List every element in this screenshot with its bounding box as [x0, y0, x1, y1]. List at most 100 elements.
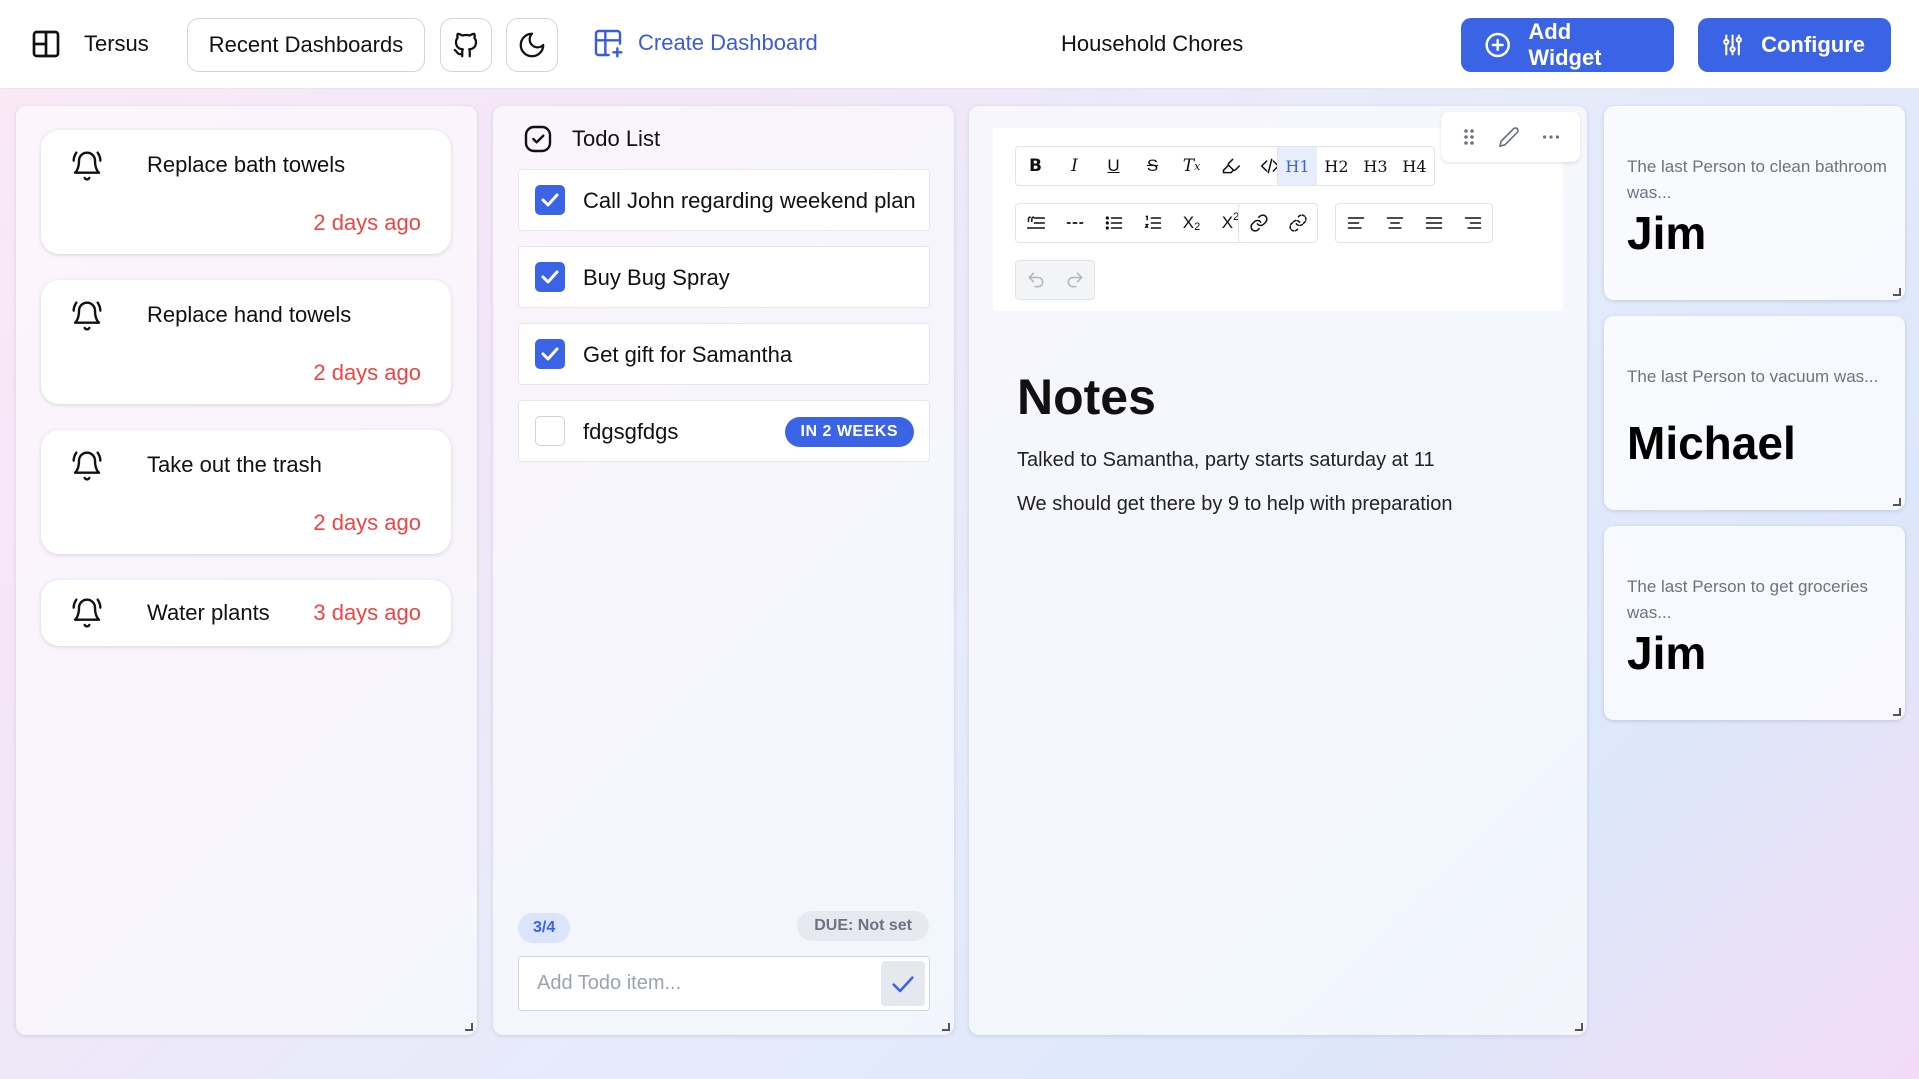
- stat-value: Jim: [1627, 207, 1707, 259]
- moon-icon: [519, 32, 545, 58]
- todo-text: Buy Bug Spray: [583, 265, 730, 290]
- reminder-card[interactable]: Take out the trash 2 days ago: [41, 430, 451, 554]
- underline-button[interactable]: U: [1094, 147, 1133, 185]
- github-button[interactable]: [440, 18, 492, 72]
- format-group: B I U S Tx: [1015, 146, 1290, 186]
- align-right-icon: [1464, 217, 1481, 229]
- configure-button[interactable]: Configure: [1698, 18, 1891, 72]
- bullet-list-button[interactable]: [1094, 204, 1133, 242]
- bell-ring-icon: [72, 151, 102, 181]
- resize-handle[interactable]: [1893, 288, 1901, 296]
- github-icon: [453, 32, 478, 58]
- heading-4-button[interactable]: H4: [1395, 147, 1434, 185]
- todo-checkbox[interactable]: [535, 339, 565, 369]
- notes-heading[interactable]: Notes: [1017, 368, 1156, 426]
- reminder-title: Water plants: [147, 600, 270, 625]
- undo-button[interactable]: [1016, 261, 1055, 299]
- undo-icon: [1028, 272, 1043, 288]
- todo-header: Todo List: [522, 123, 660, 155]
- todo-text: Get gift for Samantha: [583, 342, 793, 367]
- reminder-time: 3 days ago: [313, 600, 421, 625]
- create-dashboard-label: Create Dashboard: [638, 30, 818, 55]
- link-icon: [1249, 214, 1268, 232]
- highlight-button[interactable]: [1211, 147, 1250, 185]
- resize-handle[interactable]: [1893, 708, 1901, 716]
- resize-handle[interactable]: [942, 1023, 950, 1031]
- bold-button[interactable]: B: [1016, 147, 1055, 185]
- add-widget-button[interactable]: Add Widget: [1461, 18, 1674, 72]
- recent-dashboards-button[interactable]: Recent Dashboards: [187, 18, 425, 72]
- align-justify-button[interactable]: [1414, 204, 1453, 242]
- stat-label: The last Person to get groceries was...: [1627, 577, 1868, 622]
- due-date-badge[interactable]: DUE: Not set: [797, 911, 929, 941]
- align-left-icon: [1347, 217, 1364, 229]
- heading-3-button[interactable]: H3: [1356, 147, 1395, 185]
- reminder-card[interactable]: Replace bath towels 2 days ago: [41, 130, 451, 254]
- heading-1-button[interactable]: H1: [1278, 147, 1317, 185]
- todo-text: fdgsgfdgs: [583, 419, 679, 444]
- history-group: [1015, 260, 1095, 300]
- highlighter-icon: [1222, 158, 1240, 174]
- horizontal-rule-button[interactable]: [1055, 204, 1094, 242]
- todo-item[interactable]: fdgsgfdgs IN 2 WEEKS: [518, 400, 930, 462]
- reminder-title: Take out the trash: [147, 452, 322, 477]
- create-dashboard-link[interactable]: Create Dashboard: [592, 27, 818, 59]
- heading-2-button[interactable]: H2: [1317, 147, 1356, 185]
- link-button[interactable]: [1239, 204, 1278, 242]
- align-right-button[interactable]: [1453, 204, 1492, 242]
- stat-card: The last Person to clean bathroom was...…: [1604, 106, 1905, 300]
- add-todo-submit-button[interactable]: [881, 961, 925, 1006]
- align-group: [1335, 203, 1493, 243]
- theme-toggle-button[interactable]: [506, 18, 558, 72]
- redo-icon: [1067, 272, 1082, 288]
- notes-paragraph[interactable]: Talked to Samantha, party starts saturda…: [1017, 449, 1435, 472]
- stat-value: Jim: [1627, 627, 1707, 679]
- layout-icon: [32, 30, 60, 58]
- strikethrough-button[interactable]: S: [1133, 147, 1172, 185]
- reminder-card[interactable]: Water plants 3 days ago: [41, 580, 451, 646]
- todo-item[interactable]: Call John regarding weekend plan: [518, 169, 930, 231]
- reminder-time: 2 days ago: [313, 510, 421, 535]
- plus-circle-icon: [1485, 32, 1510, 58]
- notes-paragraph[interactable]: We should get there by 9 to help with pr…: [1017, 493, 1452, 516]
- align-justify-icon: [1425, 217, 1442, 229]
- todo-item[interactable]: Get gift for Samantha: [518, 323, 930, 385]
- drag-handle-icon[interactable]: [1459, 126, 1479, 148]
- add-widget-label: Add Widget: [1528, 19, 1602, 70]
- check-icon: [541, 193, 559, 207]
- blockquote-button[interactable]: [1016, 204, 1055, 242]
- unlink-button[interactable]: [1278, 204, 1317, 242]
- more-horizontal-icon[interactable]: [1540, 126, 1562, 148]
- todo-item[interactable]: Buy Bug Spray: [518, 246, 930, 308]
- pencil-icon[interactable]: [1498, 126, 1520, 148]
- todo-title: Todo List: [572, 126, 661, 151]
- todo-widget: Todo List Call John regarding weekend pl…: [493, 106, 954, 1035]
- reminder-title: Replace bath towels: [147, 152, 346, 177]
- align-left-button[interactable]: [1336, 204, 1375, 242]
- todo-checkbox[interactable]: [535, 185, 565, 215]
- resize-handle[interactable]: [465, 1023, 473, 1031]
- stat-value: Michael: [1627, 417, 1796, 469]
- italic-button[interactable]: I: [1055, 147, 1094, 185]
- todo-checkbox[interactable]: [535, 262, 565, 292]
- reminder-card[interactable]: Replace hand towels 2 days ago: [41, 280, 451, 404]
- add-todo-field[interactable]: [518, 956, 930, 1011]
- add-todo-input[interactable]: [519, 957, 879, 1010]
- quote-icon: [1026, 216, 1045, 229]
- widget-controls: [1441, 112, 1580, 162]
- align-center-button[interactable]: [1375, 204, 1414, 242]
- reminder-title: Replace hand towels: [147, 302, 352, 327]
- clear-format-button[interactable]: Tx: [1172, 147, 1211, 185]
- todo-checkbox[interactable]: [535, 416, 565, 446]
- ordered-list-button[interactable]: [1133, 204, 1172, 242]
- align-center-icon: [1386, 217, 1403, 229]
- reminders-widget: Replace bath towels 2 days ago Replace h…: [16, 106, 477, 1035]
- subscript-button[interactable]: X2: [1172, 204, 1211, 242]
- bell-ring-icon: [72, 598, 102, 628]
- link-group: [1238, 203, 1318, 243]
- redo-button[interactable]: [1055, 261, 1094, 299]
- resize-handle[interactable]: [1575, 1023, 1583, 1031]
- brand-name: Tersus: [84, 31, 149, 56]
- brand[interactable]: Tersus: [30, 28, 149, 60]
- resize-handle[interactable]: [1893, 498, 1901, 506]
